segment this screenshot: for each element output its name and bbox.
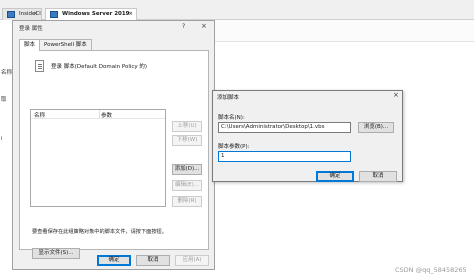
scripts-tab-panel: 登录 脚本(Default Domain Policy 的) 名称 参数 上移(… bbox=[19, 50, 209, 259]
left-partial-label: 取 bbox=[1, 97, 7, 103]
browse-button[interactable]: 浏览(B)... bbox=[358, 122, 394, 133]
column-header-params[interactable]: 参数 bbox=[101, 111, 112, 119]
help-icon[interactable]: ? bbox=[182, 23, 185, 30]
script-file-icon bbox=[35, 60, 44, 72]
script-params-input[interactable]: 1 bbox=[218, 151, 351, 162]
move-down-button[interactable]: 下移(W) bbox=[172, 135, 202, 146]
background-window-titlebar bbox=[213, 20, 474, 42]
left-partial-label: i bbox=[1, 136, 3, 142]
script-name-input[interactable]: C:\Users\Administrator\Desktop\1.vbs bbox=[218, 122, 351, 133]
column-divider[interactable] bbox=[99, 110, 100, 119]
tab-powershell-scripts[interactable]: PowerShell 脚本 bbox=[39, 39, 92, 50]
edit-button[interactable]: 编辑(E)... bbox=[172, 180, 202, 191]
logon-properties-dialog: 登录 属性 ? × 脚本 PowerShell 脚本 登录 脚本(Default… bbox=[12, 20, 215, 270]
close-icon[interactable]: × bbox=[128, 9, 133, 20]
host-tab-insidecl[interactable]: InsideCl × bbox=[2, 8, 42, 20]
column-header-name[interactable]: 名称 bbox=[34, 111, 45, 119]
left-partial-label: 名称 bbox=[1, 70, 13, 76]
close-icon[interactable]: × bbox=[33, 9, 38, 20]
cancel-button[interactable]: 取消 bbox=[359, 171, 397, 182]
host-tab-bar: InsideCl × Windows Server 2019 × bbox=[0, 0, 474, 20]
cancel-button[interactable]: 取消 bbox=[136, 255, 170, 266]
host-tab-windows-server[interactable]: Windows Server 2019 × bbox=[45, 8, 137, 20]
add-script-dialog: 添加脚本 × 脚本名(N): C:\Users\Administrator\De… bbox=[212, 90, 403, 182]
close-icon[interactable]: × bbox=[201, 22, 207, 30]
monitor-icon bbox=[7, 11, 15, 18]
move-up-button[interactable]: 上移(U) bbox=[172, 121, 202, 132]
scripts-list[interactable]: 名称 参数 bbox=[30, 109, 166, 207]
script-params-label: 脚本参数(P): bbox=[218, 144, 250, 150]
show-files-button[interactable]: 显示文件(S)... bbox=[32, 248, 80, 259]
host-tab-label: Windows Server 2019 bbox=[62, 11, 130, 17]
script-name-label: 脚本名(N): bbox=[218, 115, 245, 121]
tab-scripts[interactable]: 脚本 bbox=[19, 39, 41, 51]
monitor-icon bbox=[50, 11, 58, 18]
remove-button[interactable]: 删除(R) bbox=[172, 196, 202, 207]
ok-button[interactable]: 确定 bbox=[316, 171, 354, 182]
dialog-title: 登录 属性 bbox=[19, 26, 43, 32]
apply-button[interactable]: 应用(A) bbox=[175, 255, 209, 266]
close-icon[interactable]: × bbox=[393, 91, 399, 99]
watermark: CSDN @qq_58458265 bbox=[395, 266, 467, 274]
show-files-note: 要查看保存在此组策略对象中的脚本文件，请按下面按钮。 bbox=[32, 229, 167, 235]
ok-button[interactable]: 确定 bbox=[97, 255, 131, 266]
list-header: 名称 参数 bbox=[31, 110, 165, 119]
dialog-title: 添加脚本 bbox=[217, 95, 240, 101]
panel-heading: 登录 脚本(Default Domain Policy 的) bbox=[51, 64, 148, 70]
add-button[interactable]: 添加(D)... bbox=[172, 164, 202, 175]
